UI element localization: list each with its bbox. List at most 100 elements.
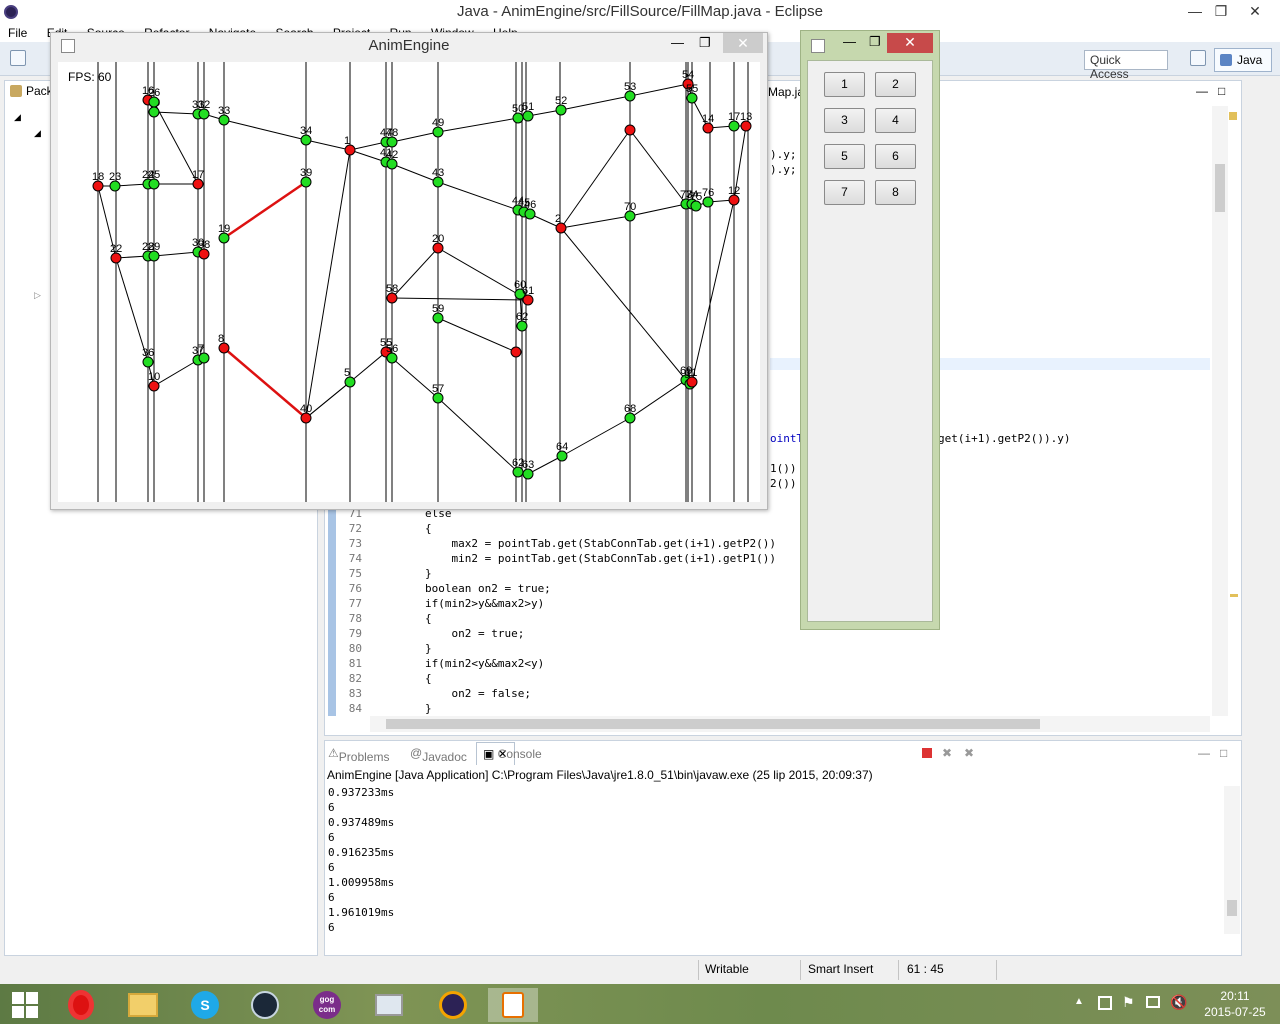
graph-edge	[629, 379, 687, 419]
editor-gutter	[328, 506, 336, 716]
steam-icon	[251, 991, 279, 1019]
marker-icon	[1230, 594, 1238, 597]
new-icon[interactable]	[10, 50, 26, 66]
package-explorer-tab-label: Pack	[26, 84, 53, 98]
button-1[interactable]: 1	[824, 72, 865, 97]
graph-node-label: 13	[740, 111, 752, 123]
tray-network-icon[interactable]	[1146, 996, 1160, 1008]
status-divider	[996, 960, 997, 980]
graph-edge-highlight	[223, 180, 307, 240]
quick-access-input[interactable]: Quick Access	[1084, 50, 1168, 81]
graph-node[interactable]	[510, 346, 522, 358]
graph-node-label: 61	[522, 285, 534, 297]
line-number: 74	[348, 552, 362, 565]
taskbar-opera[interactable]	[56, 988, 106, 1022]
graph-node-label: 63	[522, 459, 534, 471]
tab-problems-label: Problems	[338, 750, 390, 764]
graph-node-label: 19	[218, 223, 230, 235]
tray-volume-icon[interactable]: 🔇	[1170, 994, 1187, 1011]
tab-problems[interactable]: ⚠ Problems	[328, 746, 389, 764]
graph-edge	[223, 119, 307, 141]
button-4[interactable]: 4	[875, 108, 916, 133]
graph-node-label: 58	[386, 283, 398, 295]
console-vertical-scrollbar[interactable]	[1224, 786, 1240, 934]
taskbar-gog[interactable]: gog com	[302, 988, 352, 1022]
scroll-thumb[interactable]	[386, 719, 1040, 729]
console-minimize-icon[interactable]: —	[1198, 746, 1210, 760]
editor-minimize-icon[interactable]: —	[1196, 84, 1208, 98]
taskbar-eclipse[interactable]	[428, 988, 478, 1022]
button-2[interactable]: 2	[875, 72, 916, 97]
button-6[interactable]: 6	[875, 144, 916, 169]
button-3[interactable]: 3	[824, 108, 865, 133]
console-line: 0.937233ms	[328, 786, 395, 799]
taskbar-monitor[interactable]	[364, 988, 414, 1022]
minimize-button[interactable]: —	[843, 34, 856, 49]
graph-node-label: 40	[300, 403, 312, 415]
graph-edge	[391, 247, 439, 299]
graph-edge	[629, 129, 687, 205]
maximize-button[interactable]: ❐	[869, 34, 881, 50]
java-perspective-label: Java	[1237, 53, 1263, 67]
remove-launch-icon[interactable]: ✖	[942, 746, 952, 760]
button-7[interactable]: 7	[824, 180, 865, 205]
console-line: 6	[328, 801, 335, 814]
minimize-button[interactable]: —	[671, 35, 684, 50]
graph-node-label: 12	[728, 185, 740, 197]
graph-node-label: 48	[386, 127, 398, 139]
editor-maximize-icon[interactable]: □	[1218, 84, 1225, 98]
code-line: }	[372, 702, 432, 715]
close-button[interactable]: ✕	[887, 33, 933, 53]
graph-node[interactable]	[624, 124, 636, 136]
taskbar-java[interactable]	[488, 988, 538, 1022]
tab-console[interactable]: ▣ Console ✕	[476, 742, 542, 765]
tree-expand-icon[interactable]: ◢	[34, 128, 41, 139]
graph-edge	[437, 181, 519, 211]
button-5[interactable]: 5	[824, 144, 865, 169]
tray-action-center-icon[interactable]	[1098, 996, 1112, 1010]
start-icon	[12, 992, 38, 1018]
graph-edge	[561, 417, 631, 457]
close-button[interactable]: ✕	[723, 33, 763, 53]
tray-flag-icon[interactable]: ⚑	[1122, 994, 1135, 1011]
tree-collapse-icon[interactable]: ▷	[34, 290, 41, 301]
java-perspective-button[interactable]: Java	[1214, 48, 1272, 72]
editor-horizontal-scrollbar[interactable]	[370, 716, 1210, 732]
remove-all-icon[interactable]: ✖	[964, 746, 974, 760]
line-number: 78	[348, 612, 362, 625]
tab-javadoc-label: Javadoc	[422, 750, 467, 764]
opera-icon	[68, 990, 94, 1020]
graph-edge	[560, 95, 631, 111]
taskbar-steam[interactable]	[240, 988, 290, 1022]
taskbar-clock[interactable]: 20:11 2015-07-25	[1200, 988, 1270, 1020]
gog-icon: gog com	[313, 991, 341, 1019]
start-button[interactable]	[0, 988, 50, 1022]
close-button[interactable]: ✕	[1232, 0, 1278, 24]
terminate-icon[interactable]	[922, 748, 932, 758]
code-fragment: ).y;	[770, 163, 797, 176]
tree-expand-icon[interactable]: ◢	[14, 112, 21, 123]
menu-file[interactable]: File	[0, 24, 35, 40]
taskbar-explorer[interactable]	[118, 988, 168, 1022]
graph-node-label: 33	[218, 105, 230, 117]
scroll-thumb[interactable]	[1215, 164, 1225, 212]
graph-node-label: 18	[92, 171, 104, 183]
console-maximize-icon[interactable]: □	[1220, 746, 1227, 760]
status-position: 61 : 45	[907, 962, 944, 976]
scroll-thumb[interactable]	[1227, 900, 1237, 916]
graph-canvas[interactable]: 1823166026313233341474849505152535455141…	[58, 62, 760, 502]
code-line: {	[372, 612, 432, 625]
graph-node-label: 68	[624, 403, 636, 415]
open-perspective-icon[interactable]	[1190, 50, 1206, 66]
maximize-button[interactable]: ❐	[699, 35, 711, 51]
taskbar-skype[interactable]: S	[180, 988, 230, 1022]
editor-vertical-scrollbar[interactable]	[1212, 106, 1228, 716]
line-number: 82	[348, 672, 362, 685]
tray-up-icon[interactable]: ▲	[1074, 996, 1084, 1007]
eclipse-title-bar: Java - AnimEngine/src/FillSource/FillMap…	[0, 0, 1280, 24]
graph-node-label: 56	[386, 343, 398, 355]
button-8[interactable]: 8	[875, 180, 916, 205]
graph-edge	[629, 83, 689, 97]
line-number: 75	[348, 567, 362, 580]
tab-javadoc[interactable]: @ Javadoc	[410, 746, 467, 764]
